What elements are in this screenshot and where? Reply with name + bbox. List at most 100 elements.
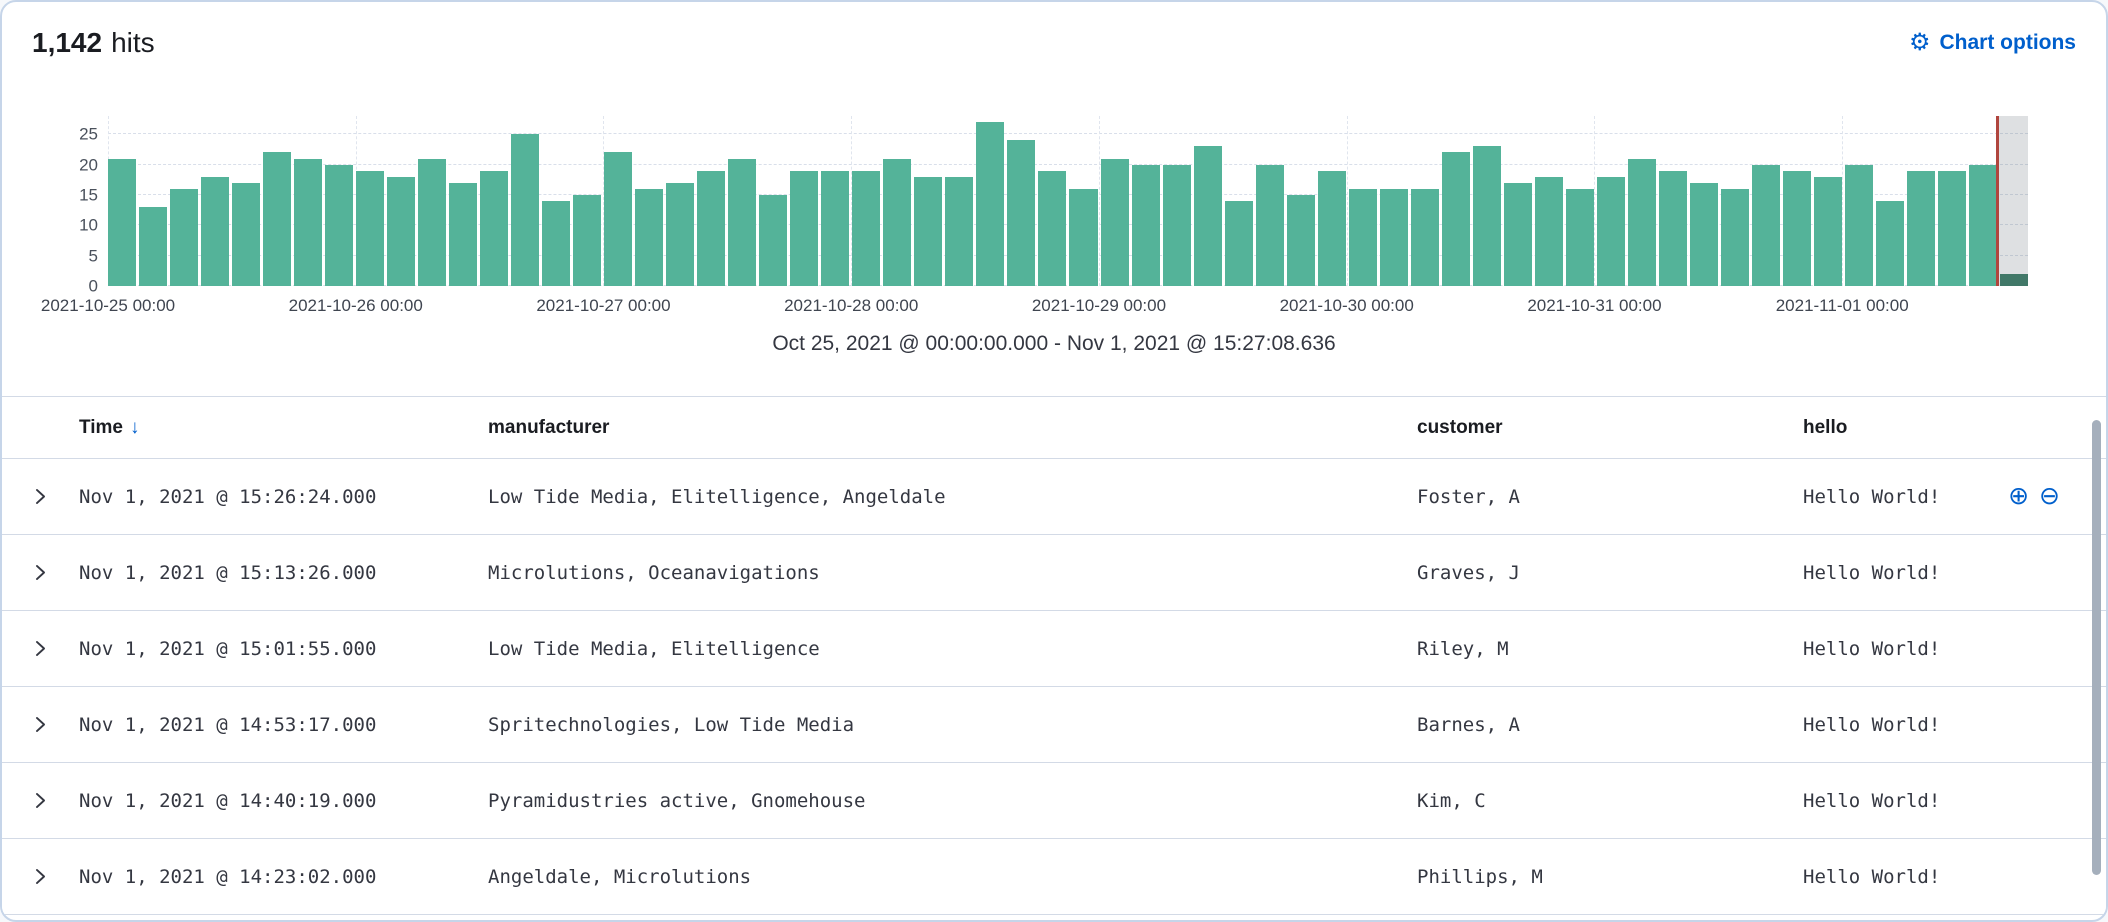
histogram-bar[interactable] <box>1969 165 1997 286</box>
cell-manufacturer: Pyramidustries active, Gnomehouse <box>488 790 1417 812</box>
expand-row-button[interactable] <box>25 481 57 513</box>
expand-row-button[interactable] <box>25 557 57 589</box>
histogram-bar[interactable] <box>1442 152 1470 286</box>
cell-time: Nov 1, 2021 @ 15:26:24.000 <box>79 486 488 508</box>
histogram-bar[interactable] <box>1814 177 1842 286</box>
vertical-scrollbar-thumb[interactable] <box>2092 420 2101 875</box>
histogram-bar[interactable] <box>1069 189 1097 286</box>
histogram-bar[interactable] <box>1845 165 1873 286</box>
histogram-bar[interactable] <box>1349 189 1377 286</box>
cell-manufacturer: Low Tide Media, Elitelligence <box>488 638 1417 660</box>
histogram-bar[interactable] <box>1628 159 1656 287</box>
column-header-customer[interactable]: customer <box>1417 417 1803 439</box>
histogram-bar[interactable] <box>1566 189 1594 286</box>
histogram-bar[interactable] <box>914 177 942 286</box>
expand-row-button[interactable] <box>25 709 57 741</box>
expand-row-button[interactable] <box>25 633 57 665</box>
histogram-bar[interactable] <box>666 183 694 286</box>
histogram-bar[interactable] <box>1225 201 1253 286</box>
x-axis-label: 2021-10-25 00:00 <box>41 296 175 316</box>
chevron-right-icon <box>31 639 50 658</box>
histogram-bar[interactable] <box>356 171 384 286</box>
column-header-time[interactable]: Time ↓ <box>79 417 488 439</box>
histogram-bar[interactable] <box>1318 171 1346 286</box>
histogram-bar[interactable] <box>976 122 1004 286</box>
histogram-bar[interactable] <box>759 195 787 286</box>
histogram-bar[interactable] <box>294 159 322 287</box>
hello-value: Hello World! <box>1803 638 1940 660</box>
histogram-bar[interactable] <box>728 159 756 287</box>
x-axis-label: 2021-10-28 00:00 <box>784 296 918 316</box>
histogram-bar[interactable] <box>821 171 849 286</box>
hello-value: Hello World! <box>1803 486 1940 508</box>
histogram-bar[interactable] <box>511 134 539 286</box>
histogram-bar[interactable] <box>573 195 601 286</box>
table-row: Nov 1, 2021 @ 15:26:24.000Low Tide Media… <box>2 459 2106 535</box>
histogram-bar[interactable] <box>449 183 477 286</box>
histogram-bar[interactable] <box>232 183 260 286</box>
filter-out-value-button[interactable]: ⊖ <box>2039 484 2060 509</box>
expand-row-button[interactable] <box>25 785 57 817</box>
histogram-bar[interactable] <box>387 177 415 286</box>
histogram-bar[interactable] <box>108 159 136 287</box>
table-row: Nov 1, 2021 @ 14:40:19.000Pyramidustries… <box>2 763 2106 839</box>
histogram-bar[interactable] <box>1411 189 1439 286</box>
chart-options-button[interactable]: ⚙ Chart options <box>1909 31 2076 55</box>
cell-customer: Foster, A <box>1417 486 1803 508</box>
histogram-bar[interactable] <box>1287 195 1315 286</box>
histogram-bar[interactable] <box>697 171 725 286</box>
cell-customer: Kim, C <box>1417 790 1803 812</box>
histogram-bar[interactable] <box>1783 171 1811 286</box>
histogram-bar[interactable] <box>604 152 632 286</box>
histogram-bar[interactable] <box>263 152 291 286</box>
column-label-manufacturer: manufacturer <box>488 417 609 439</box>
column-label-hello: hello <box>1803 417 1847 439</box>
histogram-bar[interactable] <box>480 171 508 286</box>
cell-customer: Riley, M <box>1417 638 1803 660</box>
hits-count: 1,142 <box>32 27 102 59</box>
histogram-bar[interactable] <box>542 201 570 286</box>
histogram-bar[interactable] <box>1597 177 1625 286</box>
histogram-bar[interactable] <box>1690 183 1718 286</box>
expand-row-button[interactable] <box>25 861 57 893</box>
histogram-bar[interactable] <box>418 159 446 287</box>
cell-time: Nov 1, 2021 @ 14:40:19.000 <box>79 790 488 812</box>
histogram-bar[interactable] <box>1194 146 1222 286</box>
histogram-bar[interactable] <box>1907 171 1935 286</box>
histogram-bar[interactable] <box>1876 201 1904 286</box>
histogram-bar[interactable] <box>1256 165 1284 286</box>
histogram-bar[interactable] <box>1535 177 1563 286</box>
histogram-bar[interactable] <box>1132 165 1160 286</box>
y-axis-label: 10 <box>79 217 98 234</box>
cell-time: Nov 1, 2021 @ 15:13:26.000 <box>79 562 488 584</box>
histogram-bar[interactable] <box>170 189 198 286</box>
histogram-bar[interactable] <box>1659 171 1687 286</box>
histogram-bar[interactable] <box>1038 171 1066 286</box>
histogram-bar[interactable] <box>635 189 663 286</box>
column-header-manufacturer[interactable]: manufacturer <box>488 417 1417 439</box>
histogram-bar[interactable] <box>1721 189 1749 286</box>
partial-bucket-overlay <box>1997 116 2028 286</box>
histogram-bar[interactable] <box>883 159 911 287</box>
cell-time: Nov 1, 2021 @ 14:53:17.000 <box>79 714 488 736</box>
y-axis-label: 25 <box>79 126 98 143</box>
filter-for-value-button[interactable]: ⊕ <box>2008 484 2029 509</box>
hits-label: hits <box>111 27 155 59</box>
histogram-bar[interactable] <box>1473 146 1501 286</box>
histogram-bar[interactable] <box>790 171 818 286</box>
histogram-bar[interactable] <box>1504 183 1532 286</box>
histogram-bar[interactable] <box>1101 159 1129 287</box>
chart-options-label: Chart options <box>1940 31 2077 55</box>
column-header-hello[interactable]: hello <box>1803 417 2106 439</box>
histogram-bar[interactable] <box>1007 140 1035 286</box>
histogram-bar[interactable] <box>1163 165 1191 286</box>
table-row: Nov 1, 2021 @ 15:13:26.000Microlutions, … <box>2 535 2106 611</box>
histogram-bar[interactable] <box>201 177 229 286</box>
histogram-bar[interactable] <box>1380 189 1408 286</box>
histogram-bar[interactable] <box>852 171 880 286</box>
histogram-bar[interactable] <box>325 165 353 286</box>
histogram-bar[interactable] <box>1752 165 1780 286</box>
histogram-bar[interactable] <box>945 177 973 286</box>
histogram-bar[interactable] <box>139 207 167 286</box>
histogram-bar[interactable] <box>1938 171 1966 286</box>
